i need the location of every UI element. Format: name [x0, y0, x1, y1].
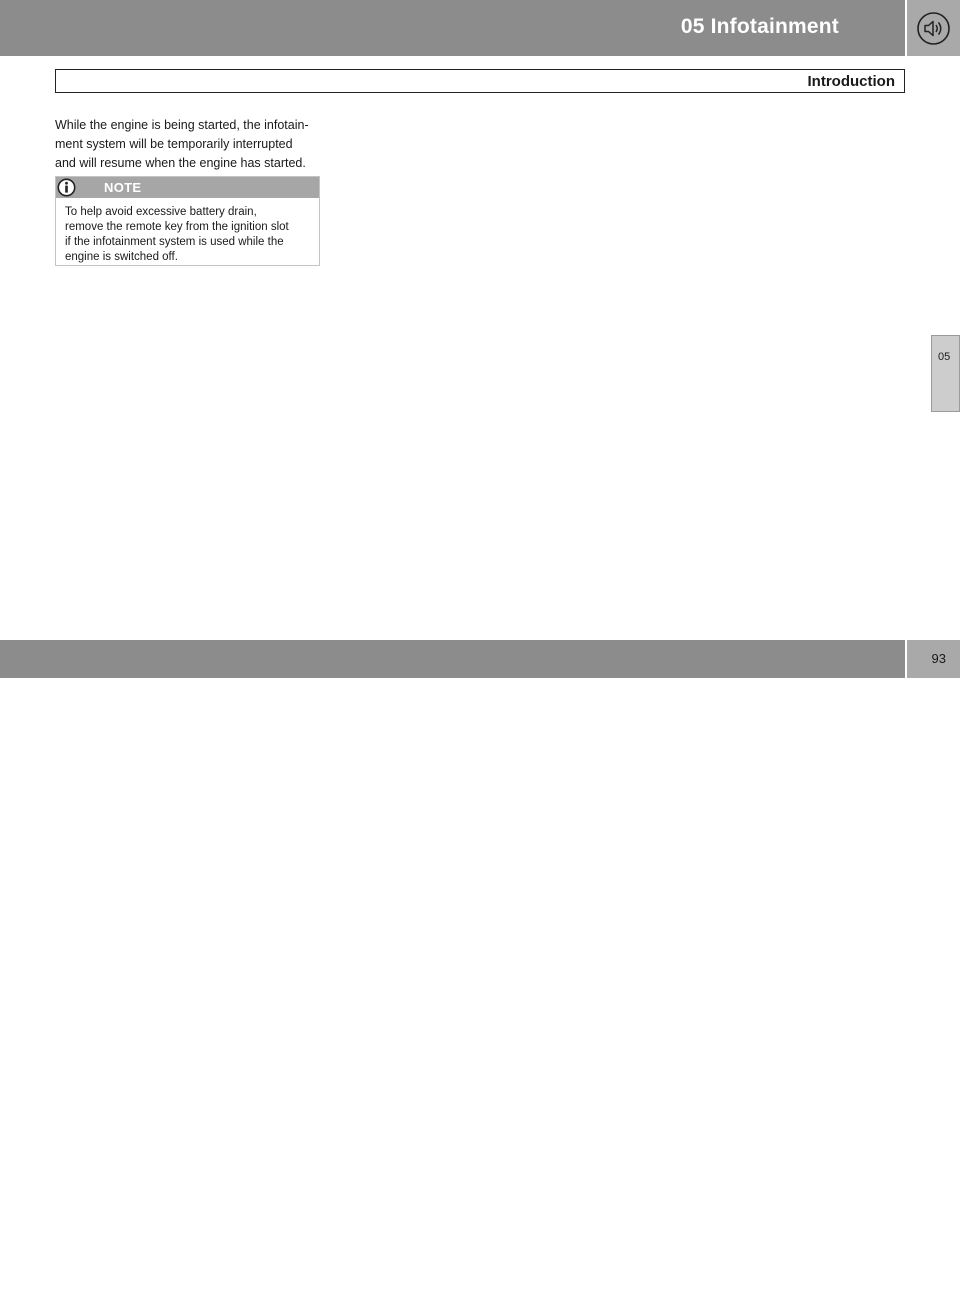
section-title: Introduction	[807, 73, 895, 90]
note-text: To help avoid excessive battery drain, r…	[65, 206, 289, 263]
page-number: 93	[931, 651, 946, 666]
page-number-box: 93	[907, 640, 960, 678]
footer-bar: carmanualsonline.info	[0, 640, 960, 1310]
intro-paragraph: While the engine is being started, the i…	[55, 118, 309, 170]
note-box: NOTE To help avoid excessive battery dra…	[55, 176, 320, 266]
speaker-icon	[917, 12, 950, 45]
chapter-title: 05 Infotainment	[680, 15, 839, 38]
side-tab-label: 05	[938, 351, 951, 363]
chapter-side-tab: 05	[931, 335, 960, 412]
header-bar: 05 Infotainment	[0, 0, 905, 56]
note-label: NOTE	[104, 180, 142, 195]
note-header: NOTE	[56, 177, 319, 198]
watermark: carmanualsonline.info	[685, 1280, 960, 1310]
chapter-icon-box	[907, 0, 960, 56]
section-header: Introduction	[55, 69, 905, 93]
info-icon	[57, 178, 76, 197]
